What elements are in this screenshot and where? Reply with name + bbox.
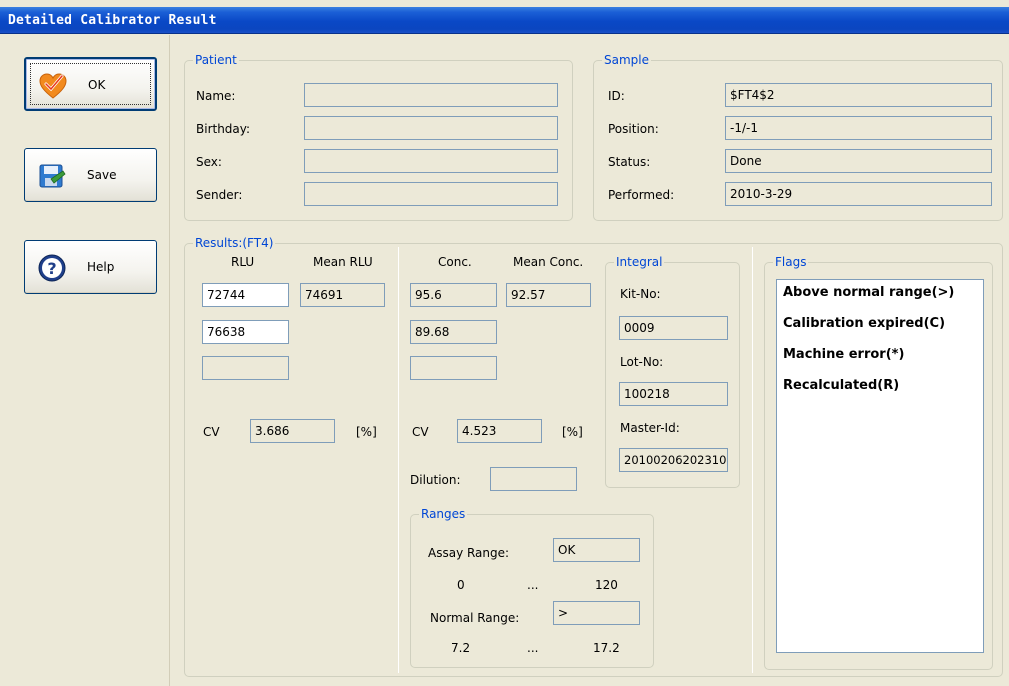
cv-conc-label: CV xyxy=(412,425,429,439)
rlu-value-2[interactable]: 76638 xyxy=(202,320,289,344)
normal-range-dots: ... xyxy=(527,641,539,655)
performed-field[interactable]: 2010-3-29 xyxy=(725,182,992,206)
birthday-label: Birthday: xyxy=(196,122,251,136)
kit-no-field[interactable]: 0009 xyxy=(619,316,728,340)
flags-legend: Flags xyxy=(773,255,809,269)
title-bar[interactable]: Detailed Calibrator Result xyxy=(0,7,1009,34)
lot-no-label: Lot-No: xyxy=(620,355,664,369)
birthday-field[interactable] xyxy=(304,116,558,140)
flag-item[interactable]: Above normal range(>) xyxy=(783,285,954,300)
mean-rlu-header: Mean RLU xyxy=(313,255,373,269)
status-label: Status: xyxy=(608,155,651,169)
rlu-header: RLU xyxy=(231,255,255,269)
name-label: Name: xyxy=(196,89,236,103)
sender-label: Sender: xyxy=(196,188,243,202)
assay-range-low: 0 xyxy=(457,578,465,592)
button-panel: OK Save ? Help xyxy=(0,35,170,686)
cv-conc-percent: [%] xyxy=(562,425,583,439)
position-field[interactable]: -1/-1 xyxy=(725,116,992,140)
sex-field[interactable] xyxy=(304,149,558,173)
help-question-icon: ? xyxy=(38,254,66,282)
position-label: Position: xyxy=(608,122,659,136)
results-legend: Results:(FT4) xyxy=(193,236,276,250)
id-label: ID: xyxy=(608,89,625,103)
conc-value-2[interactable]: 89.68 xyxy=(410,320,497,344)
assay-range-label: Assay Range: xyxy=(428,546,510,560)
rlu-value-1[interactable]: 72744 xyxy=(202,283,289,307)
ok-button-label: OK xyxy=(88,78,106,92)
master-id-label: Master-Id: xyxy=(620,421,680,435)
status-field[interactable]: Done xyxy=(725,149,992,173)
calibrator-result-window: Detailed Calibrator Result OK Save ? Hel… xyxy=(0,0,1009,686)
cv-rlu-field[interactable]: 3.686 xyxy=(250,419,335,443)
conc-value-3[interactable] xyxy=(410,356,497,380)
results-separator-1 xyxy=(398,247,399,673)
help-button[interactable]: ? Help xyxy=(24,240,157,294)
results-separator-2 xyxy=(752,247,753,673)
rlu-value-3[interactable] xyxy=(202,356,289,380)
dilution-field[interactable] xyxy=(490,467,577,491)
assay-range-field[interactable]: OK xyxy=(553,538,640,562)
help-button-label: Help xyxy=(87,260,115,274)
sample-legend: Sample xyxy=(602,53,651,67)
normal-range-low: 7.2 xyxy=(451,641,471,655)
save-button-label: Save xyxy=(87,168,117,182)
mean-conc-header: Mean Conc. xyxy=(513,255,584,269)
cv-rlu-percent: [%] xyxy=(356,425,377,439)
svg-text:?: ? xyxy=(47,259,56,278)
master-id-field[interactable]: 20100206202310 xyxy=(619,448,728,472)
save-disk-icon xyxy=(39,164,66,188)
assay-range-dots: ... xyxy=(527,578,539,592)
normal-range-label: Normal Range: xyxy=(430,611,520,625)
performed-label: Performed: xyxy=(608,188,675,202)
conc-value-1[interactable]: 95.6 xyxy=(410,283,497,307)
assay-range-high: 120 xyxy=(595,578,618,592)
sex-label: Sex: xyxy=(196,155,222,169)
flag-item[interactable]: Machine error(*) xyxy=(783,347,904,362)
name-field[interactable] xyxy=(304,83,558,107)
heart-check-icon xyxy=(39,73,67,99)
cv-rlu-label: CV xyxy=(203,425,220,439)
integral-legend: Integral xyxy=(614,255,665,269)
patient-legend: Patient xyxy=(193,53,239,67)
ranges-legend: Ranges xyxy=(419,507,468,521)
save-button[interactable]: Save xyxy=(24,148,157,202)
normal-range-high: 17.2 xyxy=(593,641,620,655)
dilution-label: Dilution: xyxy=(410,473,461,487)
flags-list[interactable]: Above normal range(>) Calibration expire… xyxy=(776,279,984,653)
kit-no-label: Kit-No: xyxy=(620,287,661,301)
cv-conc-field[interactable]: 4.523 xyxy=(457,419,542,443)
conc-header: Conc. xyxy=(438,255,472,269)
normal-range-field[interactable]: > xyxy=(553,601,640,625)
flag-item[interactable]: Recalculated(R) xyxy=(783,378,899,393)
mean-conc-field[interactable]: 92.57 xyxy=(506,283,591,307)
sender-field[interactable] xyxy=(304,182,558,206)
flag-item[interactable]: Calibration expired(C) xyxy=(783,316,945,331)
lot-no-field[interactable]: 100218 xyxy=(619,382,728,406)
sample-id-field[interactable]: $FT4$2 xyxy=(725,83,992,107)
ok-button[interactable]: OK xyxy=(24,57,157,111)
mean-rlu-field[interactable]: 74691 xyxy=(300,283,385,307)
window-title: Detailed Calibrator Result xyxy=(8,13,217,28)
